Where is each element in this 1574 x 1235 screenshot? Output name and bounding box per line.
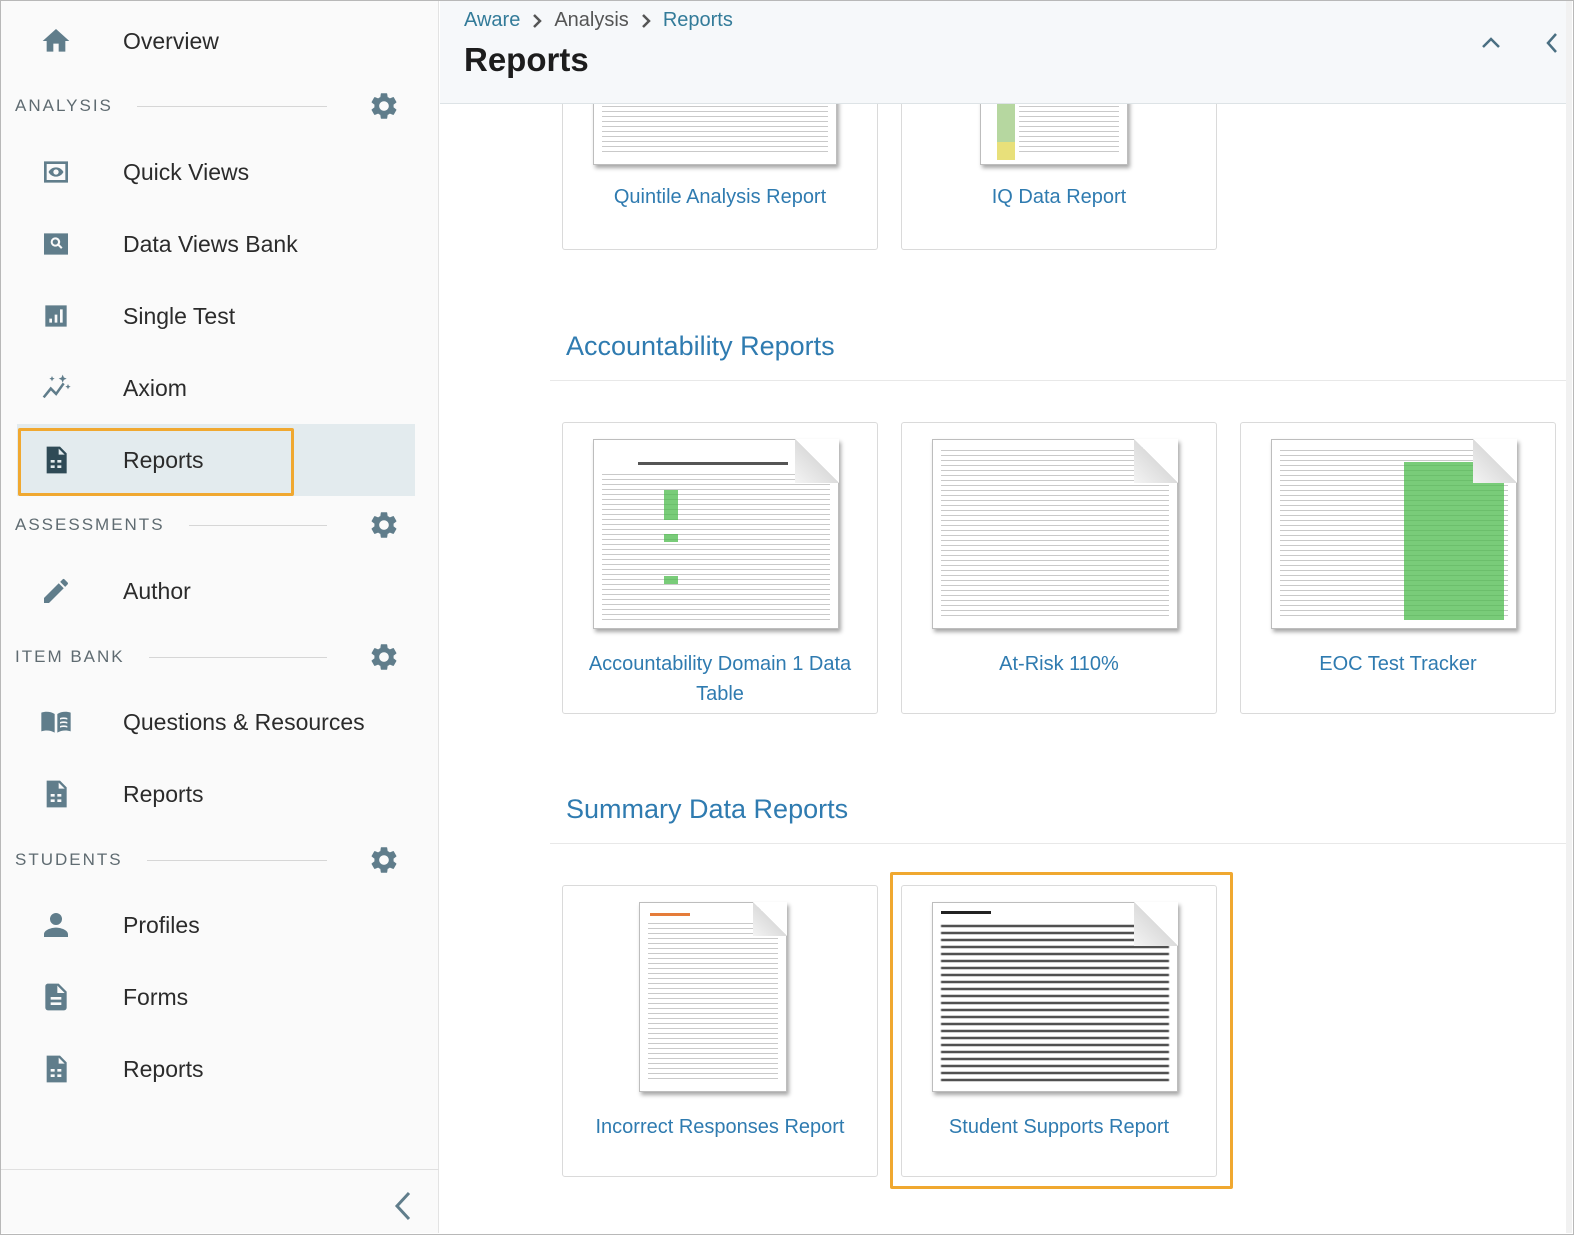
section-header-assessments: ASSESSMENTS: [15, 505, 415, 545]
section-header-students: STUDENTS: [15, 840, 415, 880]
gear-icon[interactable]: [367, 89, 401, 123]
sidebar-item-reports-students[interactable]: Reports: [17, 1033, 415, 1105]
chevron-left-icon: [1546, 33, 1557, 53]
section-title: ASSESSMENTS: [15, 515, 165, 534]
report-card-accountability-domain[interactable]: Accountability Domain 1 Data Table: [562, 422, 878, 714]
report-thumbnail: [932, 439, 1178, 629]
gear-icon[interactable]: [367, 640, 401, 674]
sidebar-item-label: Overview: [123, 27, 219, 54]
bar-chart-icon: [39, 299, 73, 333]
chevron-up-icon: [1482, 37, 1500, 48]
sidebar-footer: [1, 1169, 439, 1233]
section-header-analysis: ANALYSIS: [15, 86, 415, 126]
eye-icon: [39, 155, 73, 189]
divider: [550, 380, 1566, 381]
report-thumbnail: [639, 902, 787, 1092]
sidebar-item-profiles[interactable]: Profiles: [17, 889, 415, 961]
report-card-title: EOC Test Tracker: [1319, 653, 1477, 675]
report-card-eoc-test-tracker[interactable]: EOC Test Tracker: [1240, 422, 1556, 714]
home-icon: [39, 24, 73, 58]
collapse-sidebar-button[interactable]: [387, 1186, 419, 1226]
report-card-at-risk[interactable]: At-Risk 110%: [901, 422, 1217, 714]
sidebar: Overview ANALYSIS Quick Views Data Views…: [1, 1, 439, 1233]
breadcrumb-link-analysis[interactable]: Analysis: [554, 9, 628, 32]
sidebar-item-label: Quick Views: [123, 158, 250, 185]
chevron-right-icon: [629, 10, 663, 32]
chevron-right-icon: [520, 10, 554, 32]
report-icon: [39, 777, 73, 811]
breadcrumb: Aware Analysis Reports: [464, 9, 733, 32]
form-icon: [39, 980, 73, 1014]
sidebar-item-forms[interactable]: Forms: [17, 961, 415, 1033]
sidebar-item-label: Reports: [123, 1055, 204, 1082]
page-title: Reports: [464, 41, 589, 78]
divider: [148, 656, 327, 658]
sidebar-item-label: Questions & Resources: [123, 708, 365, 735]
breadcrumb-current: Reports: [662, 9, 733, 31]
sidebar-item-overview[interactable]: Overview: [17, 5, 415, 77]
sidebar-item-quick-views[interactable]: Quick Views: [17, 136, 415, 208]
report-card-title: Quintile Analysis Report: [613, 186, 827, 208]
trend-icon: [39, 371, 73, 405]
pencil-icon: [39, 574, 73, 608]
chevron-left-icon: [394, 1191, 411, 1221]
report-icon: [39, 1052, 73, 1086]
scrollbar[interactable]: [1566, 1, 1572, 1233]
report-card-title: At-Risk 110%: [999, 653, 1119, 675]
book-icon: [39, 705, 73, 739]
divider: [188, 524, 327, 526]
active-item-highlight: [18, 428, 294, 496]
selected-card-highlight: [890, 872, 1233, 1189]
search-icon: [39, 227, 73, 261]
report-card-title: Accountability Domain 1 Data Table: [588, 653, 852, 705]
sidebar-item-label: Forms: [123, 983, 189, 1010]
divider: [550, 843, 1566, 844]
divider: [136, 105, 327, 107]
sidebar-item-label: Reports: [123, 780, 204, 807]
gear-icon[interactable]: [367, 508, 401, 542]
report-card-title: Incorrect Responses Report: [595, 1116, 845, 1138]
sidebar-item-data-views-bank[interactable]: Data Views Bank: [17, 208, 415, 280]
sidebar-item-label: Single Test: [123, 302, 236, 329]
sidebar-item-questions-resources[interactable]: Questions & Resources: [17, 686, 415, 758]
breadcrumb-link-aware[interactable]: Aware: [464, 9, 520, 32]
sidebar-item-single-test[interactable]: Single Test: [17, 280, 415, 352]
sidebar-item-author[interactable]: Author: [17, 555, 415, 627]
sidebar-item-label: Author: [123, 577, 191, 604]
main-content: Quintile Analysis Report IQ Data Report …: [440, 1, 1572, 1233]
collapse-header-button[interactable]: [1473, 25, 1509, 61]
section-title-accountability: Accountability Reports: [566, 331, 835, 361]
person-icon: [39, 908, 73, 942]
sidebar-item-label: Data Views Bank: [123, 230, 298, 257]
report-thumbnail: [593, 439, 839, 629]
sidebar-item-label: Profiles: [123, 911, 200, 938]
report-card-title: IQ Data Report: [991, 186, 1127, 208]
report-card-incorrect-responses[interactable]: Incorrect Responses Report: [562, 885, 878, 1177]
section-header-item-bank: ITEM BANK: [15, 637, 415, 677]
section-title: ANALYSIS: [15, 96, 113, 115]
sidebar-item-reports-item-bank[interactable]: Reports: [17, 758, 415, 830]
report-thumbnail: [1271, 439, 1517, 629]
section-title: ITEM BANK: [15, 647, 125, 666]
section-title-summary-data: Summary Data Reports: [566, 794, 849, 824]
page-header: Aware Analysis Reports Reports: [440, 1, 1566, 104]
gear-icon[interactable]: [367, 843, 401, 877]
section-title: STUDENTS: [15, 850, 123, 869]
sidebar-item-axiom[interactable]: Axiom: [17, 352, 415, 424]
divider: [146, 859, 327, 861]
sidebar-item-label: Axiom: [123, 374, 187, 401]
expand-panel-button[interactable]: [1534, 25, 1570, 61]
